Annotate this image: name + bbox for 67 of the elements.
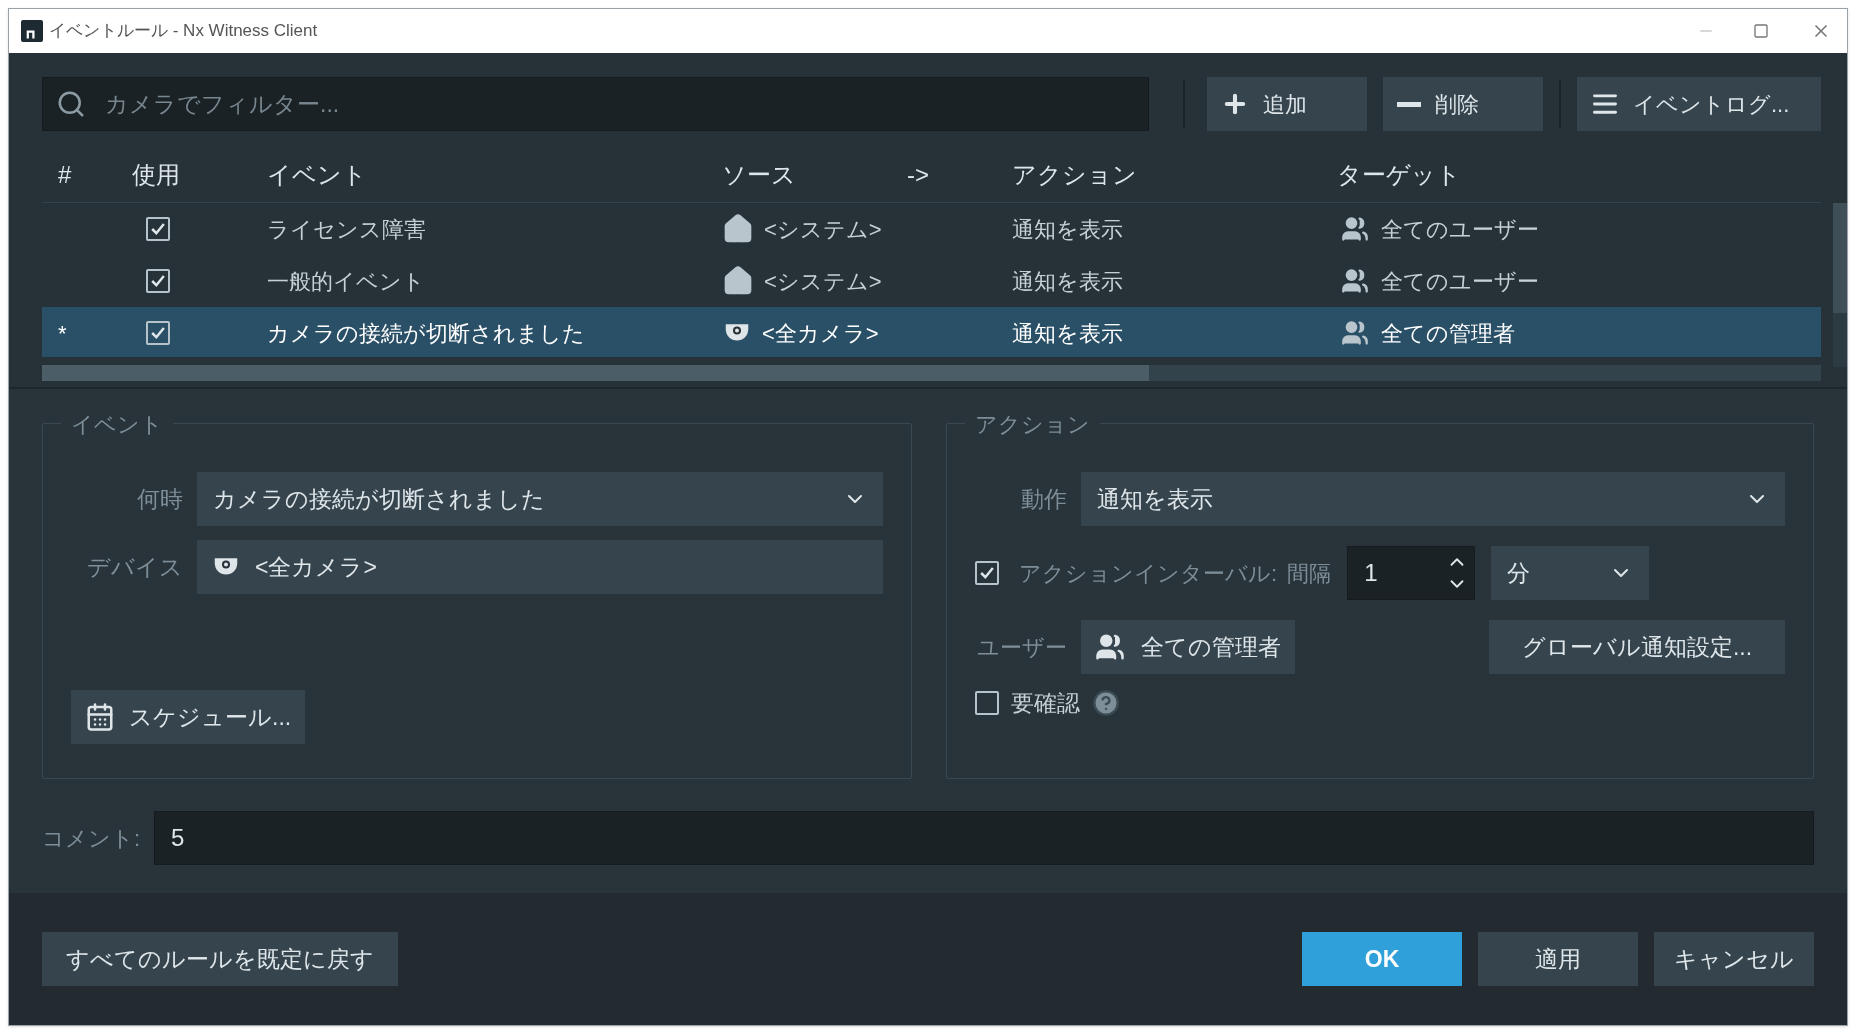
users-icon bbox=[1341, 215, 1369, 243]
table-cell-text: <システム> bbox=[764, 215, 882, 244]
maximize-icon[interactable] bbox=[1753, 23, 1769, 39]
add-button[interactable]: 追加 bbox=[1207, 77, 1367, 131]
window-title: イベントルール - Nx Witness Client bbox=[49, 20, 318, 43]
table-cell-text: ライセンス障害 bbox=[267, 215, 426, 244]
column-header[interactable]: -> bbox=[907, 156, 1012, 193]
interval-spinbox[interactable]: 1 bbox=[1347, 546, 1476, 600]
unit-dropdown[interactable]: 分 bbox=[1491, 546, 1650, 600]
calendar-icon bbox=[85, 702, 115, 732]
table-row[interactable]: * カメラの接続が切断されました <全カメラ> 通知を表示 全ての管理者 bbox=[42, 307, 1821, 357]
delete-button[interactable]: 削除 bbox=[1383, 77, 1543, 131]
global-notification-settings-button[interactable]: グローバル通知設定... bbox=[1489, 620, 1785, 674]
apply-button[interactable]: 適用 bbox=[1478, 932, 1638, 986]
help-icon[interactable] bbox=[1092, 689, 1120, 718]
house-icon bbox=[722, 265, 754, 297]
confirm-checkbox[interactable] bbox=[975, 691, 999, 716]
column-header[interactable]: ターゲット bbox=[1337, 156, 1821, 193]
table-row[interactable]: ライセンス障害 <システム> 通知を表示 全てのユーザー bbox=[42, 203, 1821, 255]
horizontal-scrollbar-thumb[interactable] bbox=[42, 365, 1149, 381]
modified-marker: * bbox=[58, 320, 67, 346]
column-header[interactable]: アクション bbox=[1012, 156, 1337, 193]
users-icon bbox=[1341, 319, 1369, 347]
reset-rules-button[interactable]: すべてのルールを既定に戻す bbox=[42, 932, 398, 986]
field-label: 何時 bbox=[136, 484, 183, 514]
comment-field[interactable]: 5 bbox=[154, 811, 1814, 865]
device-selector[interactable]: <全カメラ> bbox=[197, 540, 883, 594]
field-label: コメント: bbox=[42, 824, 142, 853]
field-label: 動作 bbox=[1020, 484, 1067, 514]
table-cell-text: 一般的イベント bbox=[267, 267, 425, 296]
users-icon bbox=[1095, 632, 1125, 662]
table-cell-text: カメラの接続が切断されました bbox=[267, 319, 585, 348]
filter-search-field[interactable]: カメラでフィルター... bbox=[42, 77, 1149, 131]
table-cell-text: 全てのユーザー bbox=[1381, 267, 1539, 296]
interval-checkbox[interactable] bbox=[975, 561, 999, 585]
column-header[interactable]: 使用 bbox=[132, 156, 267, 193]
field-label: アクションインターバル: bbox=[1019, 559, 1278, 588]
event-log-button[interactable]: イベントログ... bbox=[1577, 77, 1821, 131]
column-header[interactable]: # bbox=[42, 156, 132, 193]
checkbox-label: 要確認 bbox=[1011, 689, 1080, 718]
cancel-button[interactable]: キャンセル bbox=[1654, 932, 1814, 986]
table-cell-text: 全てのユーザー bbox=[1381, 215, 1539, 244]
users-button[interactable]: 全ての管理者 bbox=[1081, 620, 1295, 674]
table-cell-text: 通知を表示 bbox=[1012, 215, 1123, 244]
house-icon bbox=[722, 213, 754, 245]
table-cell-text: 通知を表示 bbox=[1012, 267, 1123, 296]
table-cell-text: 全ての管理者 bbox=[1381, 319, 1515, 348]
enabled-checkbox[interactable] bbox=[146, 217, 170, 241]
enabled-checkbox[interactable] bbox=[146, 321, 170, 345]
action-type-dropdown[interactable]: 通知を表示 bbox=[1081, 472, 1785, 526]
event-type-dropdown[interactable]: カメラの接続が切断されました bbox=[197, 472, 883, 526]
table-cell-text: 通知を表示 bbox=[1012, 319, 1123, 348]
vertical-scrollbar-thumb[interactable] bbox=[1833, 203, 1847, 313]
column-header[interactable]: イベント bbox=[267, 156, 722, 193]
schedule-button[interactable]: スケジュール... bbox=[71, 690, 306, 744]
field-label: 間隔 bbox=[1287, 559, 1332, 588]
field-label: デバイス bbox=[86, 552, 183, 582]
enabled-checkbox[interactable] bbox=[146, 269, 170, 293]
search-icon bbox=[56, 89, 86, 119]
table-row[interactable]: 一般的イベント <システム> 通知を表示 全てのユーザー bbox=[42, 255, 1821, 307]
table-cell-text: <システム> bbox=[764, 267, 882, 296]
field-label: ユーザー bbox=[976, 633, 1067, 662]
column-header[interactable]: ソース bbox=[722, 156, 907, 193]
table-cell-text: <全カメラ> bbox=[762, 319, 879, 348]
users-icon bbox=[1341, 267, 1369, 295]
minus-icon bbox=[1397, 101, 1421, 107]
app-logo-icon bbox=[21, 20, 43, 42]
